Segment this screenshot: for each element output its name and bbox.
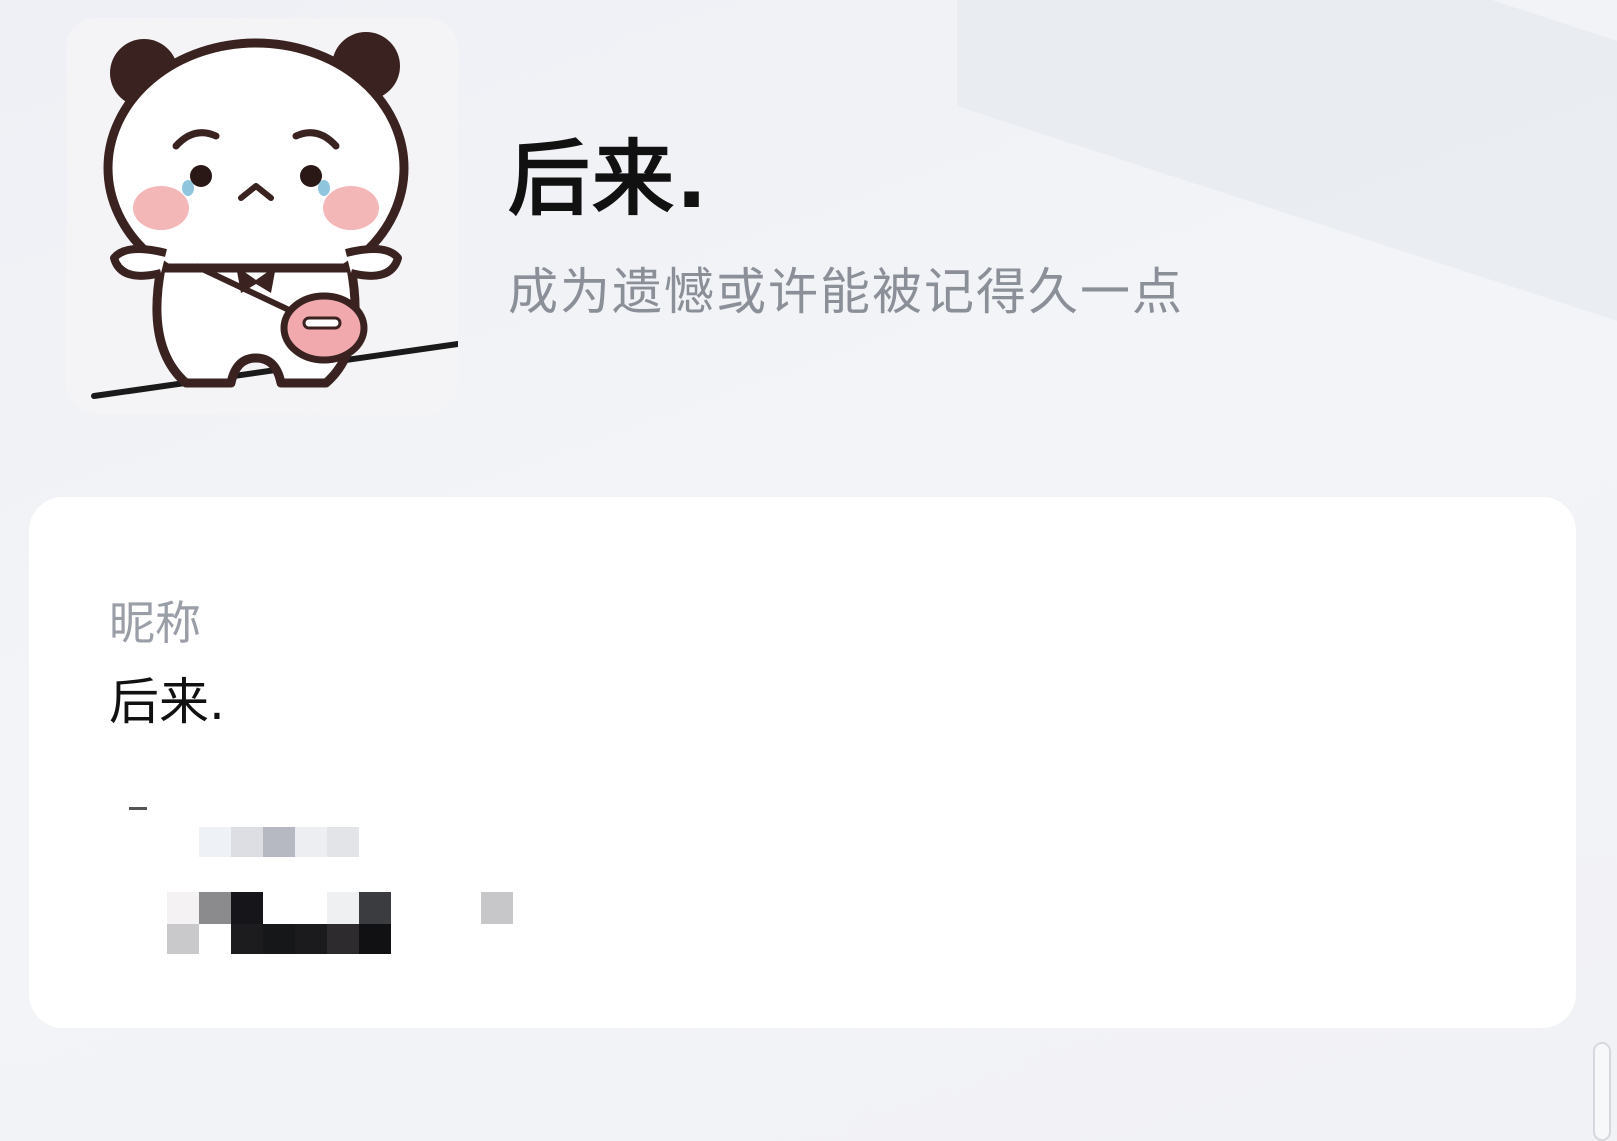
profile-info-card: 昵称 后来. xyxy=(29,497,1576,1028)
profile-name: 后来. xyxy=(508,132,710,227)
nickname-label: 昵称 xyxy=(109,596,201,650)
nickname-value: 后来. xyxy=(109,673,225,731)
redacted-content xyxy=(109,807,529,967)
profile-signature: 成为遗憾或许能被记得久一点 xyxy=(508,263,1184,321)
scrollbar[interactable] xyxy=(1593,1042,1611,1141)
profile-header: 后来. 成为遗憾或许能被记得久一点 xyxy=(0,0,1617,470)
avatar[interactable] xyxy=(66,18,458,414)
panda-avatar-icon xyxy=(66,18,458,414)
